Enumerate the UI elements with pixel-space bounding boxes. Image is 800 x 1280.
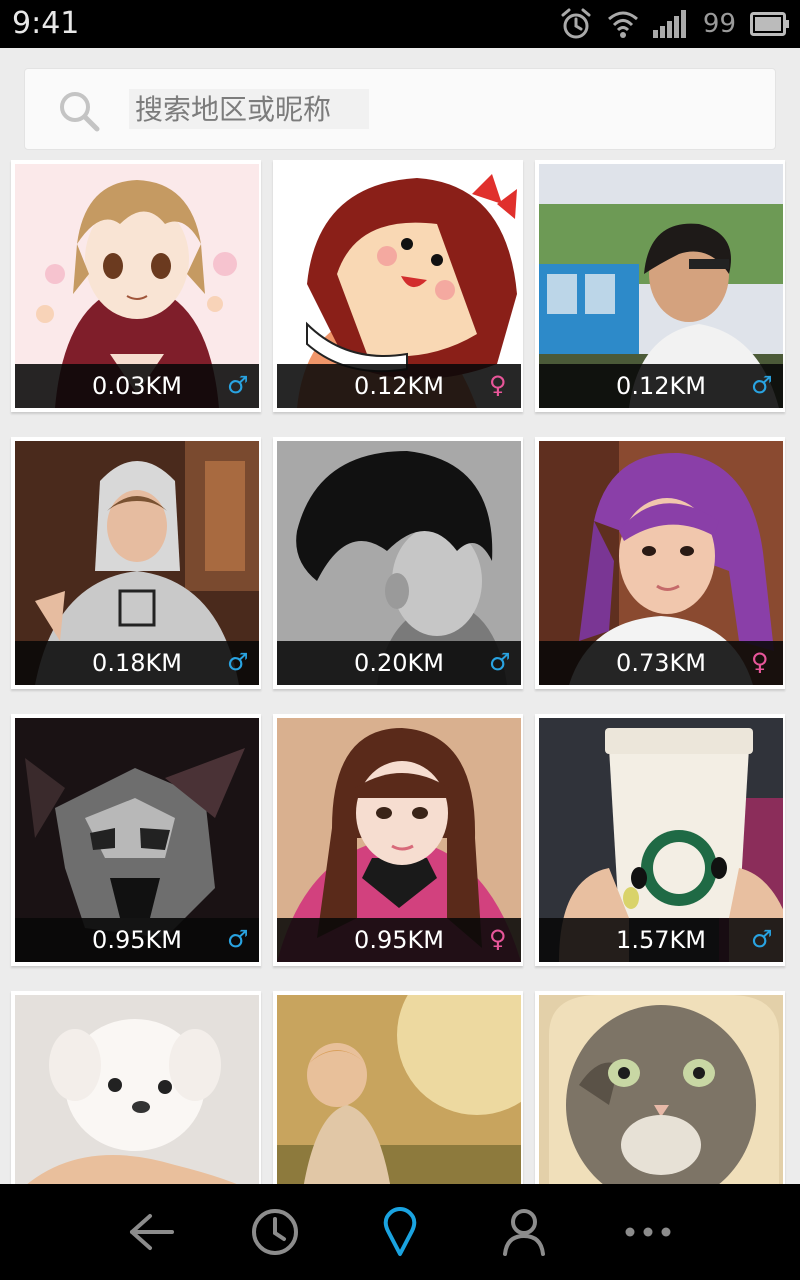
back-arrow-icon[interactable]: [126, 1206, 178, 1258]
gender-male-icon: ♂: [751, 371, 773, 399]
gender-female-icon: ♀: [751, 648, 769, 676]
person-card[interactable]: 0.95KM ♂: [11, 714, 261, 966]
person-card[interactable]: 0.73KM ♀: [535, 437, 785, 689]
gender-male-icon: ♂: [489, 648, 511, 676]
gender-female-icon: ♀: [489, 371, 507, 399]
distance-bar: 0.12KM ♂: [539, 364, 783, 408]
distance-label: 1.57KM: [616, 926, 706, 954]
gender-male-icon: ♂: [227, 371, 249, 399]
distance-label: 0.03KM: [92, 372, 182, 400]
gender-male-icon: ♂: [227, 925, 249, 953]
gender-female-icon: ♀: [489, 925, 507, 953]
distance-label: 0.95KM: [92, 926, 182, 954]
distance-bar: 0.03KM ♂: [15, 364, 259, 408]
distance-bar: 0.12KM ♀: [277, 364, 521, 408]
clock-icon[interactable]: [249, 1206, 301, 1258]
person-card[interactable]: 0.12KM ♂: [535, 160, 785, 412]
distance-bar: 1.57KM ♂: [539, 918, 783, 962]
bottom-nav: [0, 1184, 800, 1280]
distance-label: 0.20KM: [354, 649, 444, 677]
person-icon[interactable]: [498, 1206, 550, 1258]
distance-label: 0.12KM: [354, 372, 444, 400]
distance-label: 0.18KM: [92, 649, 182, 677]
distance-bar: 0.20KM ♂: [277, 641, 521, 685]
distance-label: 0.12KM: [616, 372, 706, 400]
location-pin-icon[interactable]: [374, 1206, 426, 1258]
person-card[interactable]: 0.95KM ♀: [273, 714, 523, 966]
distance-label: 0.73KM: [616, 649, 706, 677]
person-card[interactable]: 0.20KM ♂: [273, 437, 523, 689]
distance-label: 0.95KM: [354, 926, 444, 954]
people-grid: 0.03KM ♂ 0.12KM ♀ 0.12KM ♂ 0.18KM ♂ 0.20…: [0, 0, 800, 1243]
distance-bar: 0.95KM ♂: [15, 918, 259, 962]
more-dots-icon[interactable]: [622, 1206, 674, 1258]
person-card[interactable]: 0.18KM ♂: [11, 437, 261, 689]
distance-bar: 0.18KM ♂: [15, 641, 259, 685]
person-card[interactable]: 1.57KM ♂: [535, 714, 785, 966]
gender-male-icon: ♂: [751, 925, 773, 953]
person-card[interactable]: 0.12KM ♀: [273, 160, 523, 412]
distance-bar: 0.73KM ♀: [539, 641, 783, 685]
gender-male-icon: ♂: [227, 648, 249, 676]
person-card[interactable]: 0.03KM ♂: [11, 160, 261, 412]
distance-bar: 0.95KM ♀: [277, 918, 521, 962]
